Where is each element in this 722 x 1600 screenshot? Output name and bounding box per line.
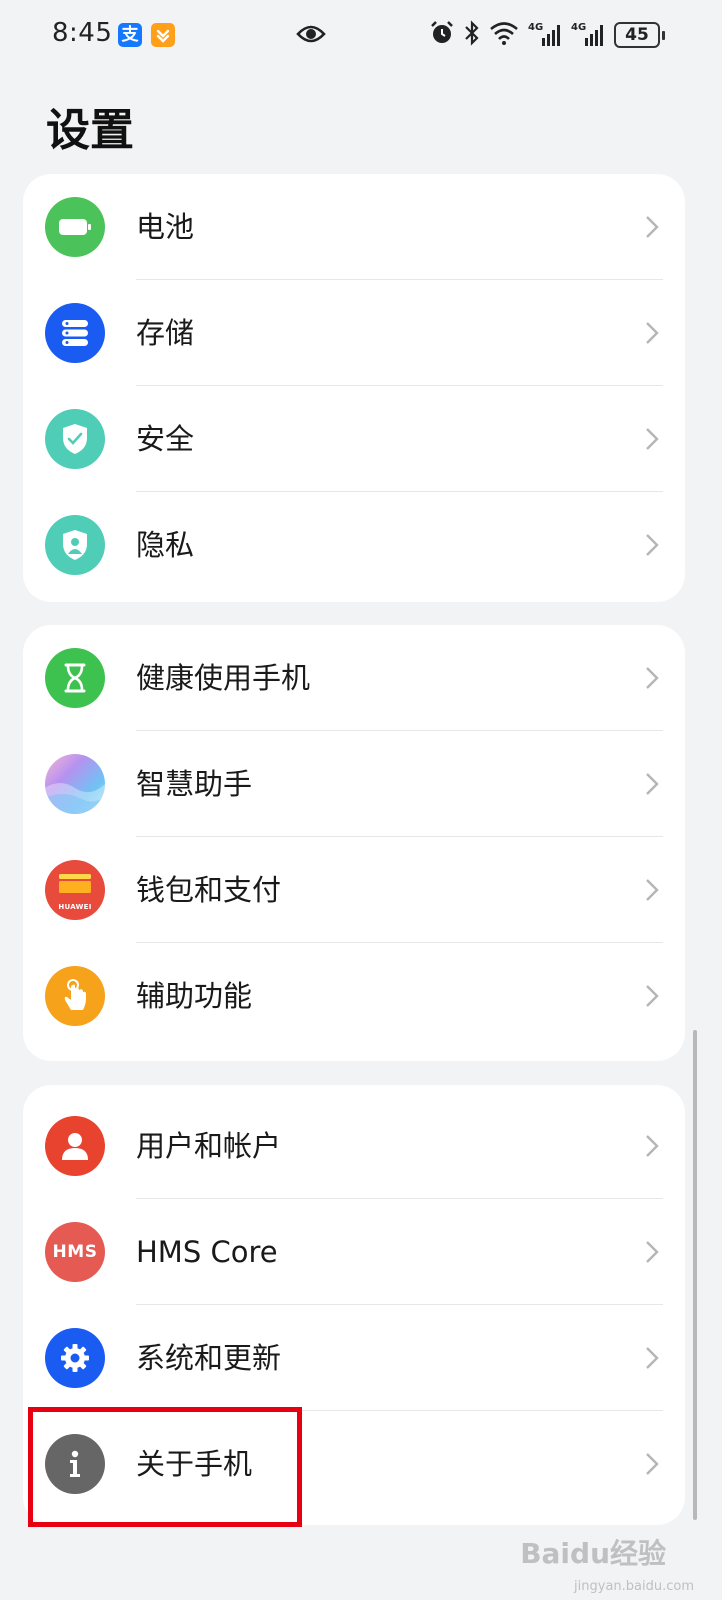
settings-item-assistant[interactable]: 智慧助手 [23, 731, 685, 837]
wifi-icon [489, 21, 519, 49]
security-shield-icon [45, 409, 105, 469]
user-icon [45, 1116, 105, 1176]
alipay-notification-icon: 支 [118, 23, 142, 47]
settings-item-digital-balance[interactable]: 健康使用手机 [23, 625, 685, 731]
settings-item-storage[interactable]: 存储 [23, 280, 685, 386]
settings-item-label: 用户和帐户 [136, 1129, 282, 1163]
app-notification-icon [151, 23, 175, 47]
gear-icon [45, 1328, 105, 1388]
settings-item-label: 辅助功能 [136, 979, 253, 1013]
settings-item-label: 健康使用手机 [136, 661, 311, 695]
highlight-annotation-box [28, 1407, 302, 1527]
chevron-right-icon [645, 215, 659, 243]
settings-item-label: 隐私 [136, 528, 195, 562]
settings-item-accessibility[interactable]: 辅助功能 [23, 943, 685, 1049]
assistant-orb-icon [45, 754, 105, 814]
privacy-shield-icon [45, 515, 105, 575]
chevron-right-icon [645, 533, 659, 561]
hms-icon: HMS [45, 1222, 105, 1282]
battery-icon [45, 197, 105, 257]
hms-icon-text: HMS [52, 1242, 98, 1262]
storage-icon [45, 303, 105, 363]
settings-item-hms-core[interactable]: HMS HMS Core [23, 1199, 685, 1305]
wallet-icon: HUAWEI [45, 860, 105, 920]
settings-item-label: 电池 [136, 210, 195, 244]
baidu-watermark: Baidu经验 [520, 1537, 666, 1570]
page-title: 设置 [46, 105, 134, 156]
settings-item-privacy[interactable]: 隐私 [23, 492, 685, 598]
battery-level-indicator: 45 [614, 22, 665, 48]
settings-item-wallet[interactable]: HUAWEI 钱包和支付 [23, 837, 685, 943]
cellular-signal-icon-2: 4G [571, 22, 605, 48]
settings-item-security[interactable]: 安全 [23, 386, 685, 492]
chevron-right-icon [645, 666, 659, 694]
chevron-right-icon [645, 1346, 659, 1374]
cellular-signal-icon: 4G [528, 22, 562, 48]
chevron-right-icon [645, 1452, 659, 1480]
bluetooth-icon [464, 20, 480, 50]
clock: 8:45 [52, 18, 113, 48]
chevron-right-icon [645, 427, 659, 455]
chevron-right-icon [645, 984, 659, 1012]
chevron-right-icon [645, 321, 659, 349]
chevron-right-icon [645, 878, 659, 906]
accessibility-hand-icon [45, 966, 105, 1026]
settings-item-battery[interactable]: 电池 [23, 174, 685, 280]
hourglass-icon [45, 648, 105, 708]
settings-item-system-update[interactable]: 系统和更新 [23, 1305, 685, 1411]
settings-item-label: HMS Core [136, 1235, 278, 1269]
settings-group-2: 健康使用手机 智慧助手 HUAWEI 钱包和支付 辅助功能 [23, 625, 685, 1061]
settings-item-label: 智慧助手 [136, 767, 253, 801]
alarm-icon [429, 20, 455, 50]
chevron-right-icon [645, 1240, 659, 1268]
eye-comfort-icon [296, 22, 326, 50]
settings-item-label: 钱包和支付 [136, 873, 282, 907]
chevron-right-icon [645, 772, 659, 800]
baidu-watermark-url: jingyan.baidu.com [574, 1579, 694, 1594]
chevron-right-icon [645, 1134, 659, 1162]
settings-item-label: 安全 [136, 422, 195, 456]
wallet-brand-text: HUAWEI [58, 903, 92, 911]
scrollbar[interactable] [693, 1030, 697, 1520]
status-icons: 4G 4G 45 [429, 20, 665, 50]
settings-item-users-accounts[interactable]: 用户和帐户 [23, 1093, 685, 1199]
settings-item-label: 存储 [136, 316, 195, 350]
settings-group-1: 电池 存储 安全 隐私 [23, 174, 685, 602]
status-bar: 8:45 支 4G 4G 45 [0, 0, 722, 72]
settings-item-label: 系统和更新 [136, 1341, 282, 1375]
